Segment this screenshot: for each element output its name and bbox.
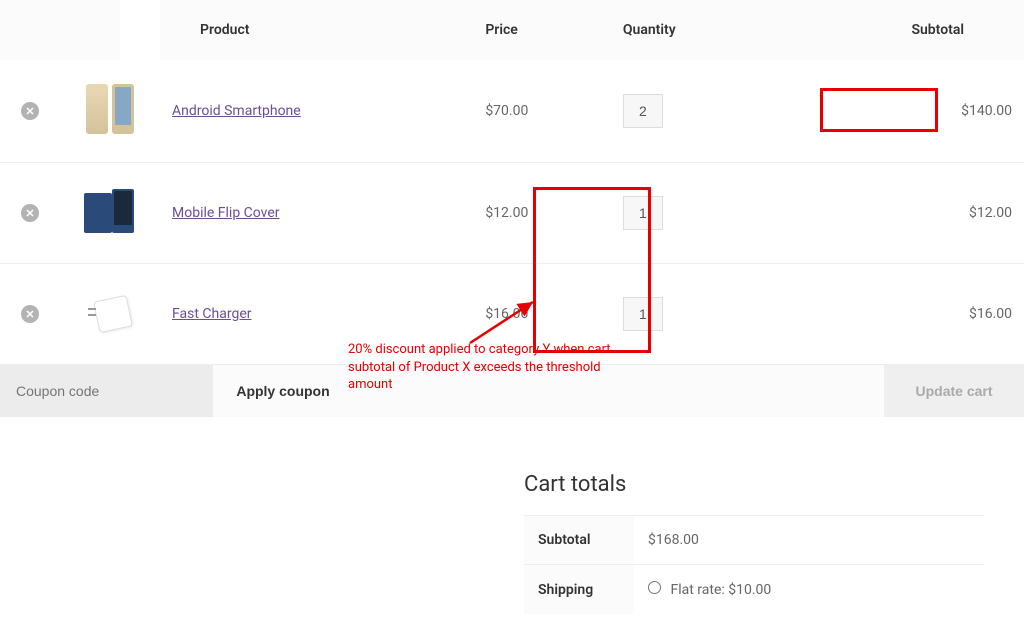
cart-actions: Apply coupon Update cart (0, 365, 1024, 417)
item-price: $70.00 (473, 60, 611, 163)
cart-totals-title: Cart totals (524, 472, 984, 497)
product-thumbnail[interactable] (80, 284, 140, 344)
update-cart-button[interactable]: Update cart (884, 365, 1024, 417)
header-product: Product (160, 0, 473, 60)
cart-row: ✕ Mobile Flip Cover $12.00 $12.00 (0, 163, 1024, 264)
product-thumbnail[interactable] (80, 183, 140, 243)
totals-subtotal-value: $168.00 (634, 516, 984, 565)
apply-coupon-button[interactable]: Apply coupon (213, 365, 353, 417)
cart-row: ✕ Fast Charger $16.00 $16.00 (0, 264, 1024, 365)
product-link[interactable]: Mobile Flip Cover (172, 205, 280, 221)
cart-table: Product Price Quantity Subtotal ✕ Androi… (0, 0, 1024, 417)
item-subtotal: $12.00 (768, 163, 1024, 264)
quantity-input[interactable] (623, 297, 663, 331)
item-price: $16.00 (473, 264, 611, 365)
shipping-option-label: Flat rate: $10.00 (670, 582, 771, 598)
item-price: $12.00 (473, 163, 611, 264)
product-link[interactable]: Fast Charger (172, 306, 251, 322)
coupon-code-input[interactable] (0, 365, 213, 417)
shipping-radio[interactable] (648, 581, 661, 594)
quantity-input[interactable] (623, 196, 663, 230)
header-subtotal: Subtotal (768, 0, 1024, 60)
remove-item-button[interactable]: ✕ (21, 102, 39, 120)
cart-totals: Cart totals Subtotal $168.00 Shipping Fl… (524, 472, 984, 614)
totals-shipping-label: Shipping (524, 565, 634, 615)
header-quantity: Quantity (611, 0, 769, 60)
remove-item-button[interactable]: ✕ (21, 305, 39, 323)
quantity-input[interactable] (623, 94, 663, 128)
cart-row: ✕ Android Smartphone $70.00 $140.00 (0, 60, 1024, 163)
header-price: Price (473, 0, 611, 60)
remove-item-button[interactable]: ✕ (21, 204, 39, 222)
totals-subtotal-label: Subtotal (524, 516, 634, 565)
item-subtotal: $140.00 (768, 60, 1024, 163)
product-thumbnail[interactable] (80, 80, 140, 140)
shipping-option[interactable]: Flat rate: $10.00 (648, 582, 771, 598)
item-subtotal: $16.00 (768, 264, 1024, 365)
product-link[interactable]: Android Smartphone (172, 103, 301, 119)
